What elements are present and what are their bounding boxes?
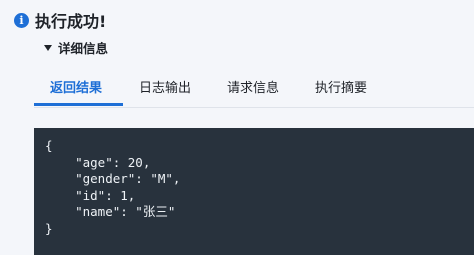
tab-result[interactable]: 返回结果	[50, 77, 102, 96]
caret-down-icon	[44, 44, 52, 51]
tab-execution-summary[interactable]: 执行摘要	[315, 77, 367, 96]
details-label: 详细信息	[58, 41, 109, 56]
result-tabs: 返回结果 日志输出 请求信息 执行摘要	[34, 66, 474, 108]
tab-log-output[interactable]: 日志输出	[139, 77, 191, 96]
active-tab-indicator	[34, 103, 123, 106]
details-toggle[interactable]: 详细信息	[44, 38, 108, 57]
status-banner: i 执行成功!	[14, 8, 106, 32]
result-json-text: { "age": 20, "gender": "M", "id": 1, "na…	[45, 138, 181, 236]
tab-request-info[interactable]: 请求信息	[227, 77, 279, 96]
result-json-panel: { "age": 20, "gender": "M", "id": 1, "na…	[34, 128, 474, 255]
info-icon: i	[14, 12, 29, 28]
status-message: 执行成功!	[35, 12, 107, 31]
